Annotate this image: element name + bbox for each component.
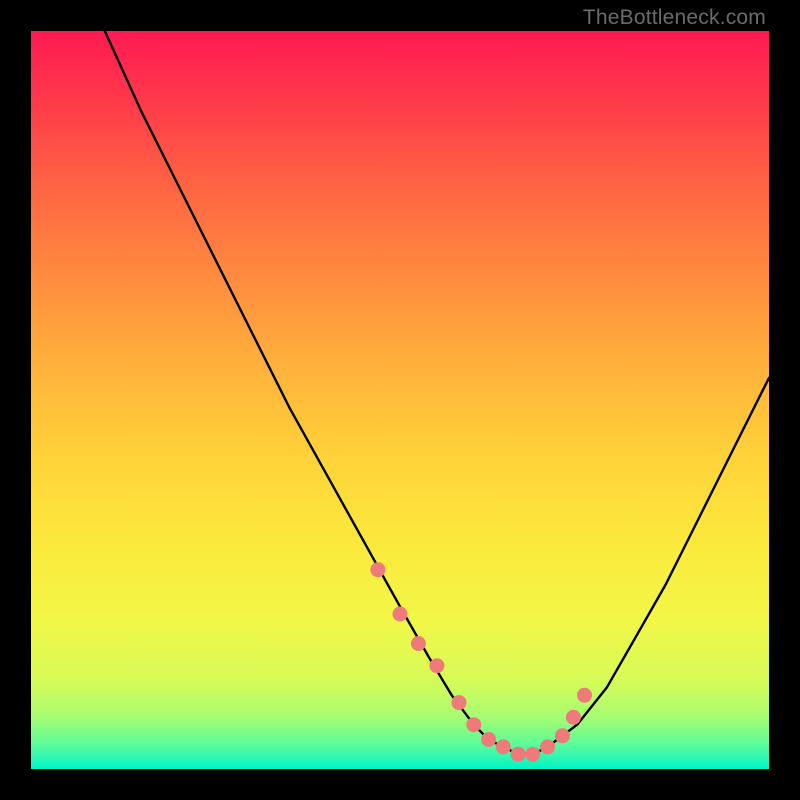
marker-point bbox=[496, 739, 511, 754]
watermark-text: TheBottleneck.com bbox=[583, 6, 766, 30]
marker-point bbox=[452, 695, 467, 710]
marker-point bbox=[525, 747, 540, 762]
plot-area bbox=[31, 31, 769, 769]
bottleneck-curve bbox=[105, 31, 769, 754]
marker-point bbox=[429, 658, 444, 673]
marker-point bbox=[393, 607, 408, 622]
marker-point bbox=[466, 717, 481, 732]
marker-point bbox=[555, 728, 570, 743]
curve-layer bbox=[31, 31, 769, 769]
marker-point bbox=[481, 732, 496, 747]
marker-point bbox=[511, 747, 526, 762]
marker-point bbox=[566, 710, 581, 725]
marker-point bbox=[370, 562, 385, 577]
chart-frame: TheBottleneck.com bbox=[0, 0, 800, 800]
marker-point bbox=[540, 739, 555, 754]
marker-point bbox=[411, 636, 426, 651]
marker-point bbox=[577, 688, 592, 703]
